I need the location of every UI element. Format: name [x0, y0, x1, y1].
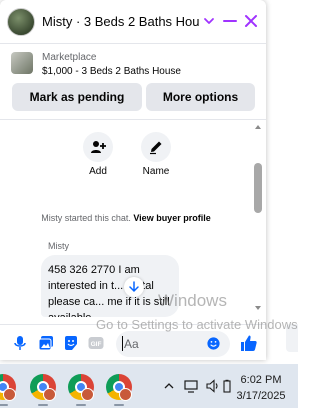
scroll-up-arrow-icon[interactable] — [254, 123, 262, 131]
gif-icon[interactable]: GIF — [88, 335, 104, 351]
add-person-icon[interactable] — [83, 132, 113, 162]
divider — [0, 119, 266, 120]
arrow-down-icon — [129, 281, 139, 292]
chat-header[interactable]: Misty · 3 Beds 2 Baths Hou... — [0, 0, 266, 44]
network-icon[interactable] — [183, 378, 199, 394]
name-label: Name — [142, 166, 170, 177]
listing-thumbnail[interactable] — [11, 52, 33, 74]
microphone-icon[interactable] — [12, 335, 28, 351]
chevron-down-icon[interactable] — [202, 14, 216, 28]
photo-icon[interactable] — [38, 335, 54, 351]
minimize-icon[interactable] — [222, 13, 238, 29]
avatar[interactable] — [7, 8, 35, 36]
message-bubble[interactable]: 458 326 2770 I am interested in t... ren… — [41, 255, 179, 317]
scroll-down-arrow-icon[interactable] — [254, 304, 262, 312]
view-buyer-profile-link[interactable]: View buyer profile — [133, 213, 210, 223]
close-icon[interactable] — [243, 13, 259, 29]
chat-started-notice: Misty started this chat. View buyer prof… — [0, 213, 252, 223]
clock-date: 3/17/2025 — [236, 390, 286, 402]
sender-name: Misty — [48, 241, 69, 251]
like-thumb-icon[interactable] — [240, 334, 258, 352]
taskbar: 6:02 PM 3/17/2025 — [0, 364, 298, 408]
add-contact-action[interactable]: Add — [78, 132, 118, 177]
sticker-icon[interactable] — [63, 335, 79, 351]
taskbar-chrome-profile-3[interactable] — [68, 374, 94, 406]
listing-summary[interactable]: Marketplace $1,000 - 3 Beds 2 Baths Hous… — [0, 44, 266, 82]
pencil-icon[interactable] — [141, 132, 171, 162]
scroll-to-latest-button[interactable] — [124, 277, 144, 297]
chat-window: Misty · 3 Beds 2 Baths Hou... Marketplac… — [0, 0, 266, 360]
clock-time: 6:02 PM — [240, 374, 282, 386]
listing-price-title: $1,000 - 3 Beds 2 Baths House — [42, 66, 181, 77]
volume-icon[interactable] — [205, 378, 221, 394]
message-composer: GIF Aa — [0, 324, 266, 360]
message-input-placeholder: Aa — [124, 337, 139, 351]
chat-started-text: Misty started this chat. — [41, 213, 131, 223]
scroll-thumb[interactable] — [254, 163, 262, 213]
chat-title[interactable]: Misty · 3 Beds 2 Baths Hou... — [42, 14, 200, 29]
listing-source: Marketplace — [42, 52, 97, 63]
more-options-button[interactable]: More options — [146, 83, 255, 111]
text-cursor — [122, 336, 123, 351]
taskbar-chrome-profile-4[interactable] — [106, 374, 132, 406]
battery-icon[interactable] — [220, 379, 234, 393]
svg-text:GIF: GIF — [91, 341, 102, 348]
emoji-icon[interactable] — [207, 337, 220, 350]
taskbar-chrome-profile-2[interactable] — [30, 374, 56, 406]
mark-as-pending-button[interactable]: Mark as pending — [12, 83, 142, 111]
adjacent-window-edge[interactable] — [286, 324, 298, 352]
show-hidden-icons-icon[interactable] — [163, 380, 175, 392]
edit-name-action[interactable]: Name — [136, 132, 176, 177]
scrollbar[interactable] — [252, 121, 264, 317]
add-label: Add — [89, 166, 107, 177]
taskbar-chrome-profile-1[interactable] — [0, 374, 16, 406]
taskbar-clock[interactable]: 6:02 PM 3/17/2025 — [234, 372, 288, 404]
